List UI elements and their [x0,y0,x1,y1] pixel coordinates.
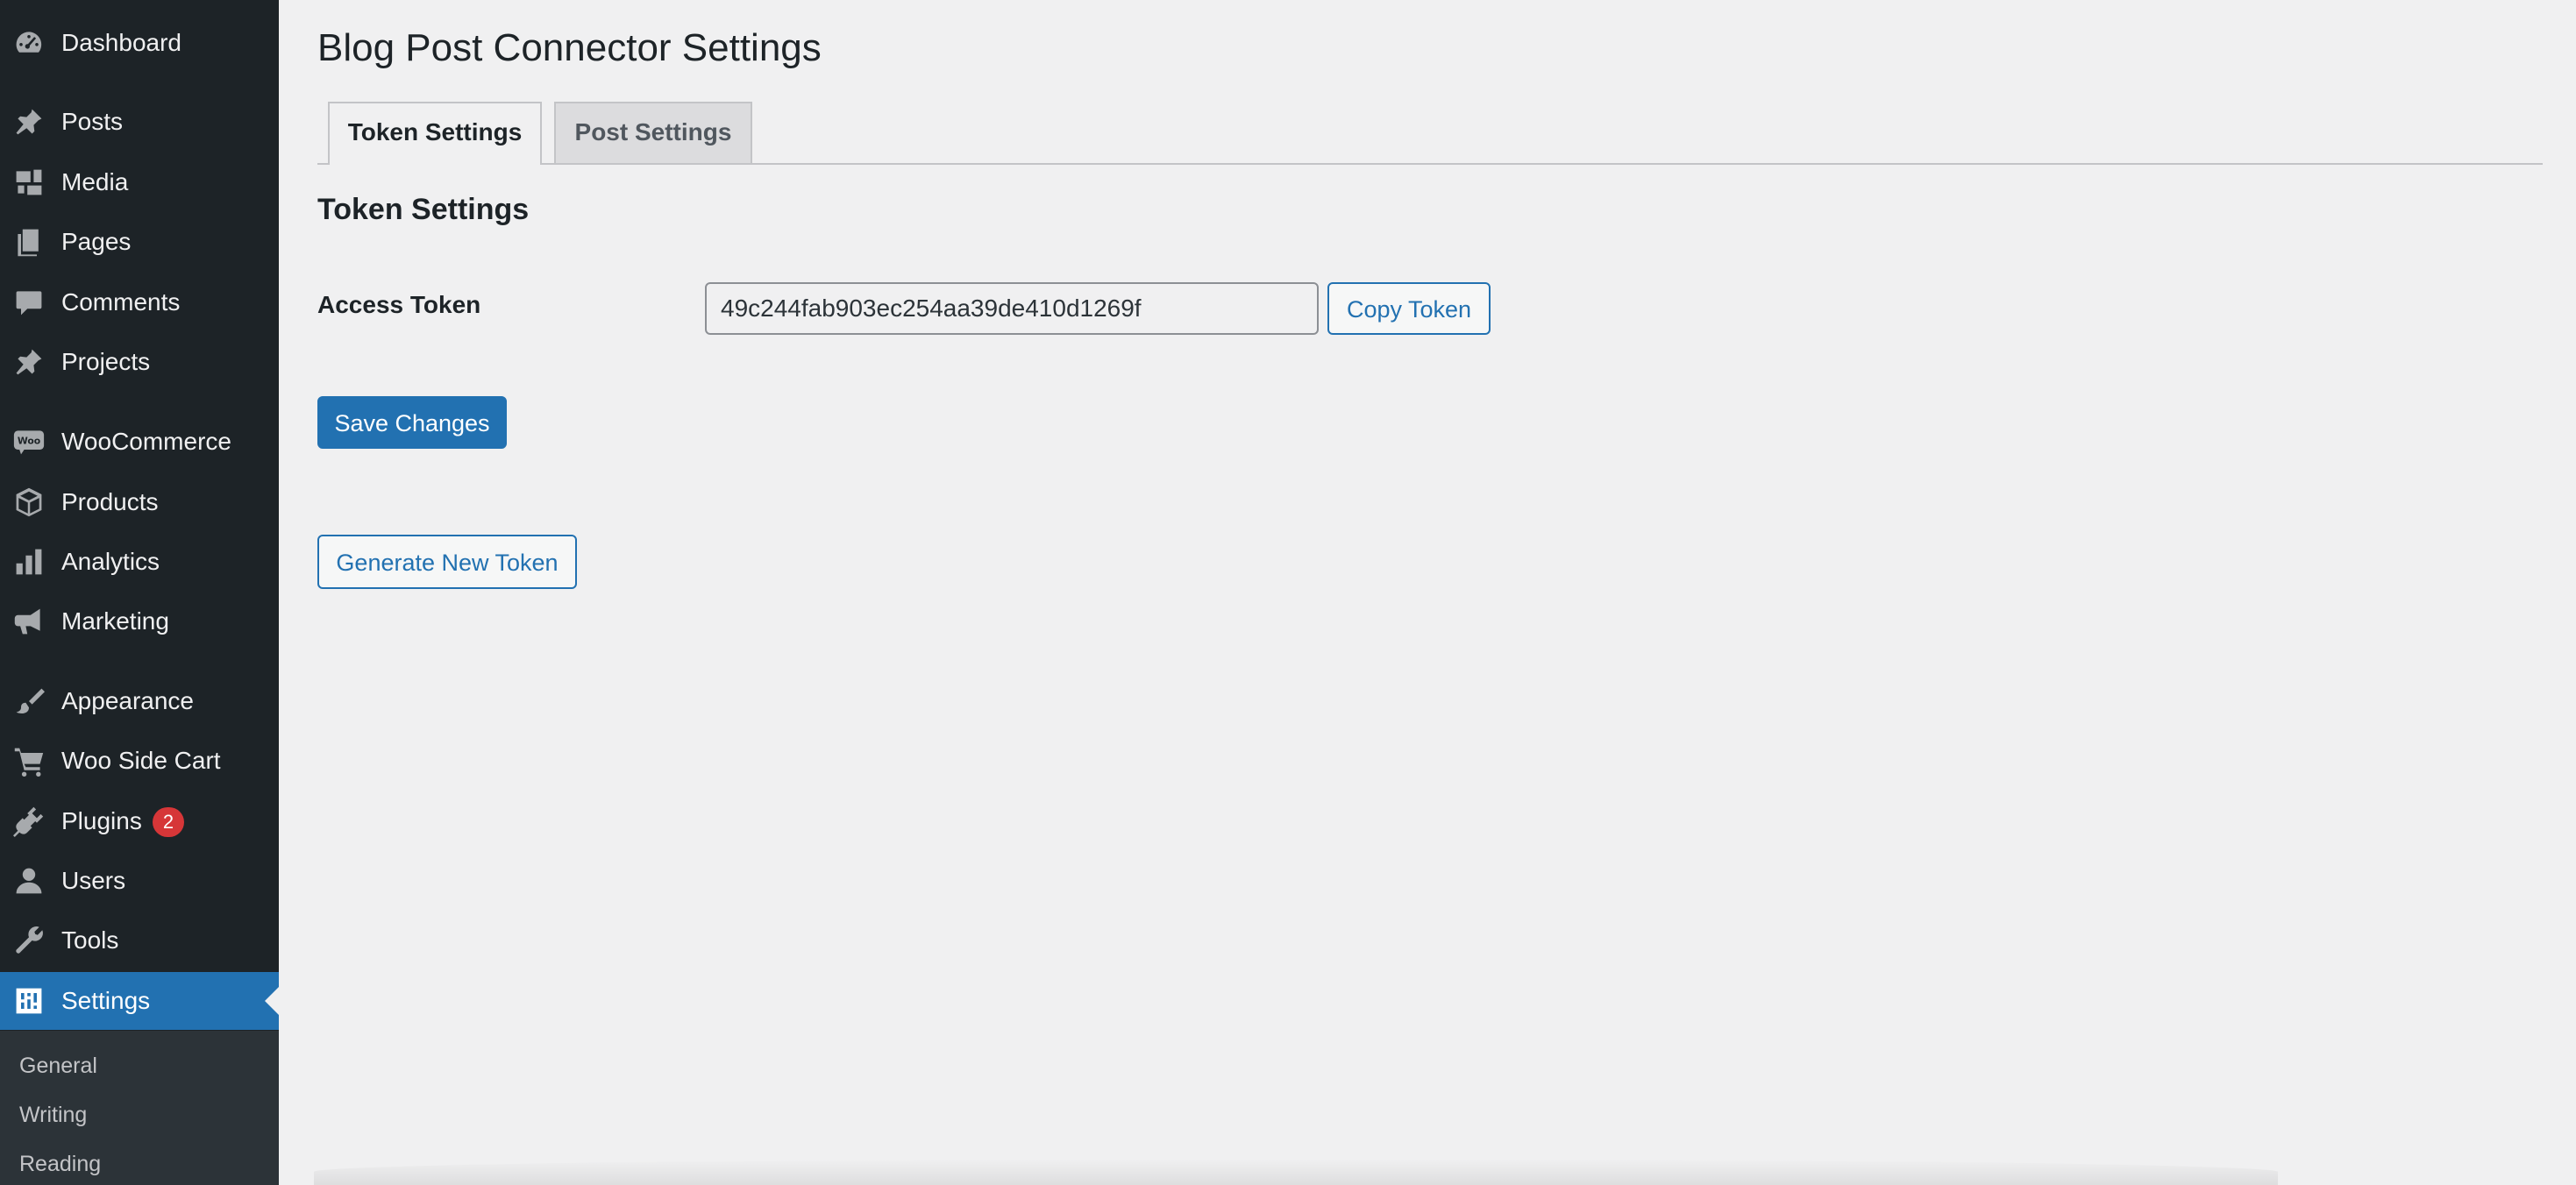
svg-text:Woo: Woo [18,436,40,447]
page-title: Blog Post Connector Settings [317,26,822,69]
sidebar-item-plugins[interactable]: Plugins 2 [0,792,279,850]
sidebar-item-posts[interactable]: Posts [0,93,279,151]
sidebar-item-label: Users [61,867,126,894]
paintbrush-icon [12,685,46,718]
sidebar-item-label: Tools [61,926,119,954]
sidebar-item-dashboard[interactable]: Dashboard [0,14,279,72]
dashboard-icon [12,26,46,60]
copy-token-button[interactable]: Copy Token [1327,282,1491,335]
admin-sidebar: Dashboard Posts Media Pages Comments Pro… [0,0,279,1185]
settings-tabs: Token Settings Post Settings [317,102,2543,165]
pin-icon [12,105,46,138]
tab-token-settings[interactable]: Token Settings [328,102,542,165]
sidebar-item-comments[interactable]: Comments [0,273,279,331]
sidebar-item-users[interactable]: Users [0,852,279,910]
sidebar-item-settings[interactable]: Settings [0,972,279,1030]
comment-icon [12,286,46,319]
sidebar-item-woocommerce[interactable]: Woo WooCommerce [0,413,279,471]
sidebar-item-woo-side-cart[interactable]: Woo Side Cart [0,732,279,790]
cart-icon [12,744,46,777]
sidebar-item-label: Products [61,488,159,515]
sidebar-item-label: Marketing [61,607,169,635]
save-changes-button[interactable]: Save Changes [317,396,507,449]
submenu-item-general[interactable]: General [19,1054,97,1079]
sidebar-item-label: WooCommerce [61,428,231,455]
app-window: Dashboard Posts Media Pages Comments Pro… [0,0,2576,1185]
bar-chart-icon [12,545,46,578]
plugins-update-badge: 2 [153,807,184,837]
sidebar-item-label: Posts [61,108,124,135]
access-token-input[interactable] [705,282,1319,335]
sidebar-item-products[interactable]: Products [0,473,279,531]
sidebar-item-label: Projects [61,348,151,375]
access-token-label: Access Token [317,291,481,318]
user-icon [12,864,46,898]
sidebar-item-label: Plugins [61,807,142,834]
woo-icon: Woo [12,425,46,458]
settings-sliders-icon [12,984,46,1018]
sidebar-item-label: Dashboard [61,29,181,56]
sidebar-item-label: Appearance [61,687,195,714]
sidebar-item-projects[interactable]: Projects [0,333,279,391]
box-icon [12,486,46,519]
sidebar-item-marketing[interactable]: Marketing [0,592,279,650]
sidebar-item-tools[interactable]: Tools [0,912,279,969]
wrench-icon [12,924,46,957]
submenu-item-reading[interactable]: Reading [19,1152,101,1177]
sidebar-item-label: Comments [61,288,181,316]
sidebar-item-label: Woo Side Cart [61,747,221,774]
sidebar-item-pages[interactable]: Pages [0,213,279,271]
settings-submenu: General Writing Reading [0,1031,279,1185]
media-icon [12,166,46,199]
sidebar-item-label: Settings [61,987,151,1014]
section-heading: Token Settings [317,193,530,226]
sidebar-item-label: Analytics [61,548,160,575]
tab-post-settings[interactable]: Post Settings [554,102,752,163]
sidebar-item-analytics[interactable]: Analytics [0,533,279,591]
pages-icon [12,225,46,259]
submenu-item-writing[interactable]: Writing [19,1103,87,1128]
sidebar-item-appearance[interactable]: Appearance [0,672,279,730]
main-content: Blog Post Connector Settings Token Setti… [279,0,2576,1185]
sidebar-item-label: Media [61,168,129,195]
pin-icon [12,345,46,379]
generate-new-token-button[interactable]: Generate New Token [317,535,577,589]
megaphone-icon [12,605,46,638]
sidebar-item-media[interactable]: Media [0,153,279,211]
plug-icon [12,805,46,838]
sidebar-item-label: Pages [61,228,132,255]
footer-shadow [314,1159,2278,1185]
